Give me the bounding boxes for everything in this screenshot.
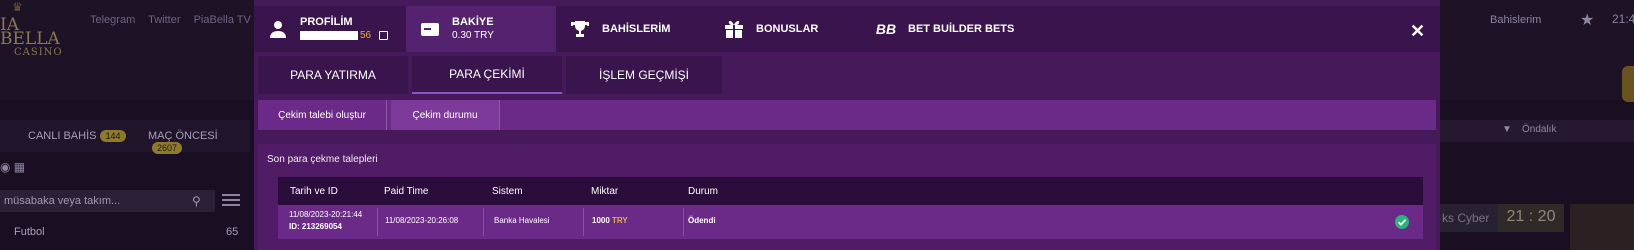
table-row[interactable]: 11/08/2023-20:21:44 ID: 213269054 11/08/… [278,205,1423,239]
nav-telegram[interactable]: Telegram [90,14,135,26]
trophy-icon [570,19,590,39]
divider [499,100,500,130]
wallet-icon [420,19,440,39]
close-icon[interactable]: ✕ [1410,22,1425,40]
nav-twitter[interactable]: Twitter [148,14,180,26]
header-time: 21:4 [1612,12,1634,26]
bet-builder-icon: BB [875,21,897,37]
site-logo[interactable]: IA BELLA CASINO [0,15,70,60]
table-header: Tarih ve ID Paid Time Sistem Miktar Duru… [278,177,1423,205]
tab-withdraw[interactable]: PARA ÇEKİMİ [412,56,562,94]
crown-icon: ♛ [12,0,23,14]
check-circle-icon [1395,215,1409,229]
col-paid-time: Paid Time [384,186,429,197]
nav-my-bets[interactable]: Bahislerim [1490,14,1541,26]
account-topnav: PROFİLİM 56 BAKİYE 0.30 TRY BAHİSLERİM B… [254,6,1440,52]
prematch-count-badge: 2607 [152,142,183,154]
search-icon[interactable]: ⚲ [192,194,201,208]
sport-count: 65 [226,226,239,238]
tab-withdrawal-status[interactable]: Çekim durumu [391,100,499,130]
row-status: Ödendi [688,216,716,225]
table-view-icon[interactable]: ◉ ▦ [0,160,25,174]
tab-live-betting[interactable]: CANLI BAHİS 144 [28,130,126,142]
balance-value: 0.30 TRY [452,30,494,41]
star-icon[interactable]: ★ [1580,10,1594,30]
match-search-input[interactable]: müsabaka veya takım... [0,190,215,212]
tab-live-label: CANLI BAHİS [28,130,97,142]
cell-paid-time: 11/08/2023-20:26:08 [378,208,484,236]
live-count-badge: 144 [100,130,126,142]
odds-format-label: Öndalık [1522,124,1557,135]
tab-balance[interactable]: BAKİYE 0.30 TRY [406,6,556,52]
account-modal: PROFİLİM 56 BAKİYE 0.30 TRY BAHİSLERİM B… [254,0,1440,250]
nav-tv[interactable]: PiaBella TV [194,14,251,26]
site-nav: Telegram Twitter PiaBella TV [90,14,261,26]
sport-label: Futbol [14,226,45,238]
tab-deposit[interactable]: PARA YATIRMA [258,56,408,94]
row-system: Banka Havalesi [494,216,550,225]
dropdown-caret-icon: ▼ [1502,124,1512,135]
col-date-id: Tarih ve ID [290,186,338,197]
tab-bonuses[interactable]: BONUSLAR [706,6,856,52]
tab-profile[interactable]: PROFİLİM 56 [254,6,406,52]
cell-amount: 1000 TRY [584,208,684,236]
menu-icon[interactable] [222,191,240,209]
tab-create-withdrawal[interactable]: Çekim talebi oluştur [258,100,386,130]
balance-title: BAKİYE [452,16,494,28]
copy-icon[interactable] [379,31,389,40]
row-paid-time: 11/08/2023-20:26:08 [385,216,459,225]
divider [386,100,387,130]
row-currency: TRY [612,216,628,225]
user-id-suffix: 56 [360,30,372,41]
row-date: 11/08/2023-20:21:44 [289,210,363,219]
col-status: Durum [688,186,719,197]
tab-prematch[interactable]: MAÇ ÖNCESİ2607 [148,130,250,154]
pitch-graphic [1570,204,1634,250]
live-clock: 21 : 20 [1498,204,1564,232]
bonuses-label: BONUSLAR [756,23,819,35]
gift-icon [724,19,744,39]
cyber-label: ks Cyber [1440,204,1500,232]
row-id: ID: 213269054 [289,222,342,231]
col-system: Sistem [492,186,523,197]
masked-user-id [300,31,358,40]
withdrawal-requests-panel: Son para çekme talepleri Tarih ve ID Pai… [258,144,1436,250]
profile-title: PROFİLİM [300,16,353,28]
cell-date-id: 11/08/2023-20:21:44 ID: 213269054 [278,208,378,236]
logo-text: IA BELLA [0,15,60,49]
col-amount: Miktar [591,186,619,197]
withdraw-subtabs: Çekim talebi oluştur Çekim durumu [258,100,1436,130]
tab-transaction-history[interactable]: İŞLEM GEÇMİŞİ [566,56,722,94]
gold-button[interactable] [1622,66,1634,102]
user-icon [268,19,288,39]
tab-prematch-label: MAÇ ÖNCESİ [148,130,218,142]
my-bets-label: BAHİSLERİM [602,23,671,35]
sports-tabs: CANLI BAHİS 144 MAÇ ÖNCESİ2607 [0,120,250,154]
cell-system: Banka Havalesi [484,208,584,236]
row-amount-group: 1000 TRY [592,216,628,225]
row-amount: 1000 [592,216,610,225]
tab-my-bets[interactable]: BAHİSLERİM [556,6,706,52]
tab-bet-builder[interactable]: BB BET BUİLDER BETS [856,6,1022,52]
bet-builder-label: BET BUİLDER BETS [908,23,1015,35]
panel-title: Son para çekme talepleri [267,154,378,165]
odds-format-bar[interactable]: ▼ Öndalık [1440,120,1634,142]
payment-tabs: PARA YATIRMA PARA ÇEKİMİ İŞLEM GEÇMİŞİ [258,56,1436,94]
